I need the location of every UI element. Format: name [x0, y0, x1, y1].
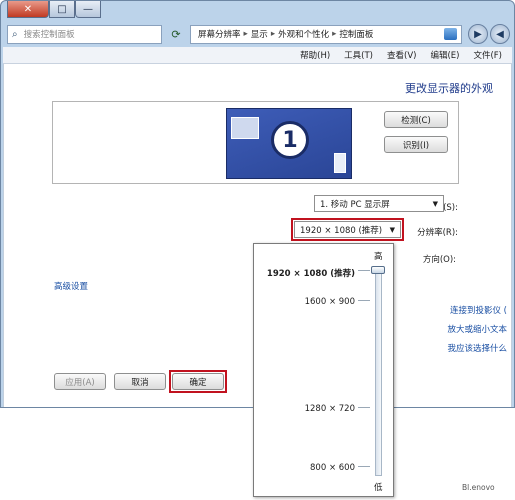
nav-buttons: ▶ ◀: [466, 24, 510, 44]
menu-edit[interactable]: 编辑(E): [430, 49, 459, 61]
minimize-button[interactable]: —: [75, 1, 101, 18]
text-size-link[interactable]: 放大或缩小文本: [447, 323, 507, 335]
slider-tick: [358, 270, 370, 271]
breadcrumb-item-display[interactable]: 显示: [251, 28, 268, 40]
resolution-option[interactable]: 1600 × 900: [305, 297, 355, 307]
detect-button[interactable]: 检测(C): [384, 111, 448, 128]
breadcrumb[interactable]: 屏幕分辨率 ▸ 显示 ▸ 外观和个性化 ▸ 控制面板: [190, 24, 462, 44]
resolution-label: 分辨率(R):: [417, 228, 458, 238]
resolution-slider-thumb[interactable]: [371, 266, 385, 274]
orientation-label: 方向(O):: [422, 255, 456, 265]
advanced-settings-link[interactable]: 高级设置: [54, 280, 88, 292]
resolution-option[interactable]: 800 × 600: [310, 463, 355, 473]
resolution-slider-popup: 高 1920 × 1080 (推荐) 1600 × 900 1280 × 720…: [253, 243, 394, 497]
watermark: Bl.enovo: [462, 483, 495, 492]
ok-highlight-box: [169, 370, 227, 393]
menu-bar: 帮助(H) 工具(T) 查看(V) 编辑(E) 文件(F): [3, 47, 512, 64]
breadcrumb-separator: ▸: [243, 29, 248, 39]
chevron-down-icon: ▼: [432, 199, 438, 208]
page-title: 更改显示器的外观: [405, 82, 493, 95]
breadcrumb-separator: ▸: [270, 29, 276, 39]
arrow-left-icon: ◀: [496, 28, 504, 40]
breadcrumb-item-resolution[interactable]: 屏幕分辨率: [198, 28, 241, 40]
caption-buttons: ✕ □ —: [7, 1, 101, 18]
resolution-slider-track[interactable]: [375, 270, 382, 476]
breadcrumb-item-appearance[interactable]: 外观和个性化: [278, 28, 329, 40]
back-button[interactable]: ◀: [490, 24, 510, 44]
identify-button[interactable]: 识别(I): [384, 136, 448, 153]
monitor-number: 1: [271, 121, 309, 159]
menu-help[interactable]: 帮助(H): [300, 49, 330, 61]
forward-button[interactable]: ▶: [468, 24, 488, 44]
resolution-option[interactable]: 1280 × 720: [305, 404, 355, 414]
window-icon: [231, 117, 259, 139]
slider-tick: [358, 466, 370, 467]
breadcrumb-separator: ▸: [332, 29, 337, 39]
control-panel-icon: [444, 28, 457, 40]
refresh-button[interactable]: ⟳: [165, 25, 187, 44]
slider-tick: [358, 407, 370, 408]
menu-file[interactable]: 文件(F): [473, 49, 502, 61]
display-select-value: 1. 移动 PC 显示屏: [320, 199, 390, 210]
apply-button[interactable]: 应用(A): [54, 373, 106, 390]
search-placeholder: 搜索控制面板: [23, 30, 75, 40]
help-choose-link[interactable]: 我应该选择什么: [447, 342, 507, 354]
resolution-highlight-box: [291, 218, 404, 241]
slider-tick: [358, 300, 370, 301]
slider-low-label: 低: [374, 483, 383, 493]
menu-view[interactable]: 查看(V): [387, 49, 416, 61]
search-input[interactable]: ⌕ 搜索控制面板: [7, 24, 162, 44]
display-select[interactable]: 1. 移动 PC 显示屏 ▼: [314, 195, 444, 212]
arrow-right-icon: ▶: [474, 28, 482, 40]
projector-link[interactable]: 连接到投影仪 (: [450, 304, 507, 316]
maximize-button[interactable]: □: [49, 1, 75, 18]
address-row: ⌕ 搜索控制面板 ⟳ 屏幕分辨率 ▸ 显示 ▸ 外观和个性化 ▸ 控制面板 ▶ …: [7, 23, 510, 45]
menu-tools[interactable]: 工具(T): [344, 49, 373, 61]
breadcrumb-item-control-panel[interactable]: 控制面板: [339, 28, 373, 40]
close-button[interactable]: ✕: [7, 1, 49, 18]
monitor-tile[interactable]: 1: [226, 108, 352, 179]
cancel-button[interactable]: 取消: [114, 373, 166, 390]
slider-high-label: 高: [374, 252, 383, 262]
device-icon: [334, 153, 346, 173]
search-icon: ⌕: [12, 28, 18, 40]
resolution-option[interactable]: 1920 × 1080 (推荐): [267, 267, 355, 279]
refresh-icon: ⟳: [171, 27, 181, 41]
